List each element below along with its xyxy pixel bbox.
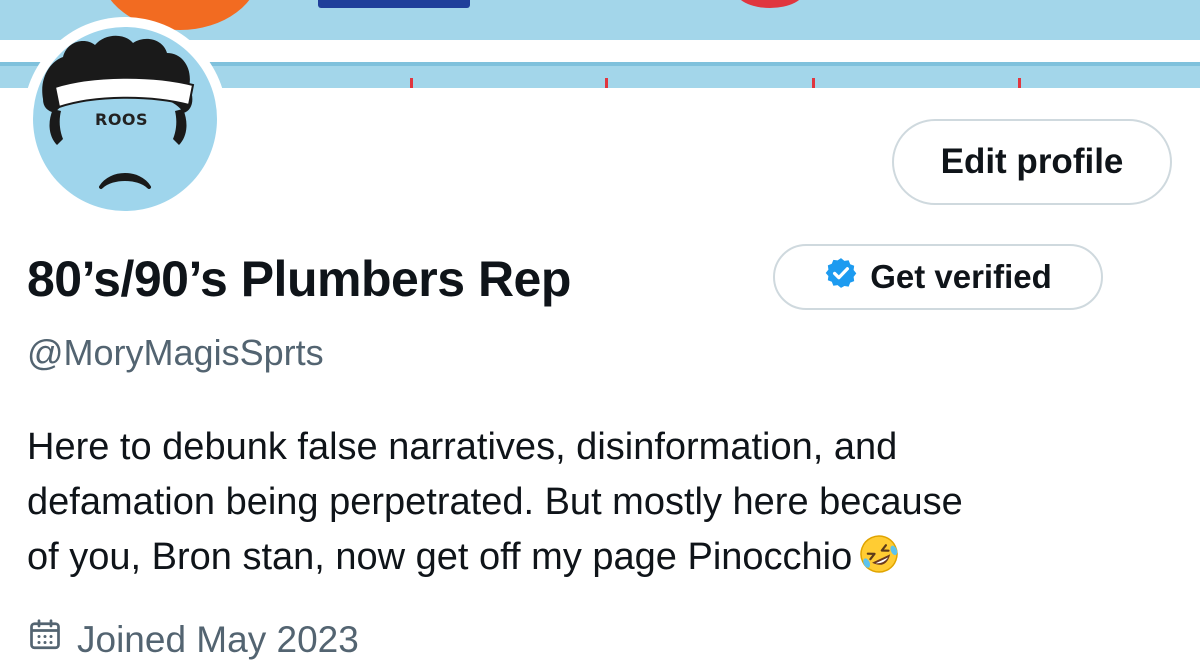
calendar-icon	[27, 617, 63, 662]
avatar-badge-text: ROOS	[95, 110, 149, 129]
user-handle: @MoryMagisSprts	[27, 332, 324, 373]
display-name: 80’s/90’s Plumbers Rep	[27, 251, 571, 307]
get-verified-button[interactable]: Get verified	[773, 244, 1103, 310]
edit-profile-button[interactable]: Edit profile	[892, 119, 1172, 205]
banner-tick	[1018, 78, 1021, 88]
bio-line: Here to debunk false narratives, disinfo…	[27, 426, 898, 468]
rolling-laughing-emoji-icon	[858, 533, 900, 591]
joined-date: Joined May 2023	[27, 617, 359, 662]
banner-red-shape	[735, 0, 805, 8]
get-verified-label: Get verified	[870, 258, 1052, 295]
bio-line-last: of you, Bron stan, now get off my page P…	[27, 530, 1177, 591]
profile-bio: Here to debunk false narratives, disinfo…	[27, 420, 1177, 591]
verified-badge-icon	[824, 256, 858, 298]
banner-tick	[812, 78, 815, 88]
banner-logo-shape	[318, 0, 470, 8]
avatar[interactable]: ROOS	[33, 27, 217, 211]
joined-text: Joined May 2023	[77, 618, 359, 660]
bio-line: defamation being perpetrated. But mostly…	[27, 481, 963, 523]
banner-tick	[605, 78, 608, 88]
bio-line-text: of you, Bron stan, now get off my page P…	[27, 536, 853, 578]
banner-tick	[410, 78, 413, 88]
